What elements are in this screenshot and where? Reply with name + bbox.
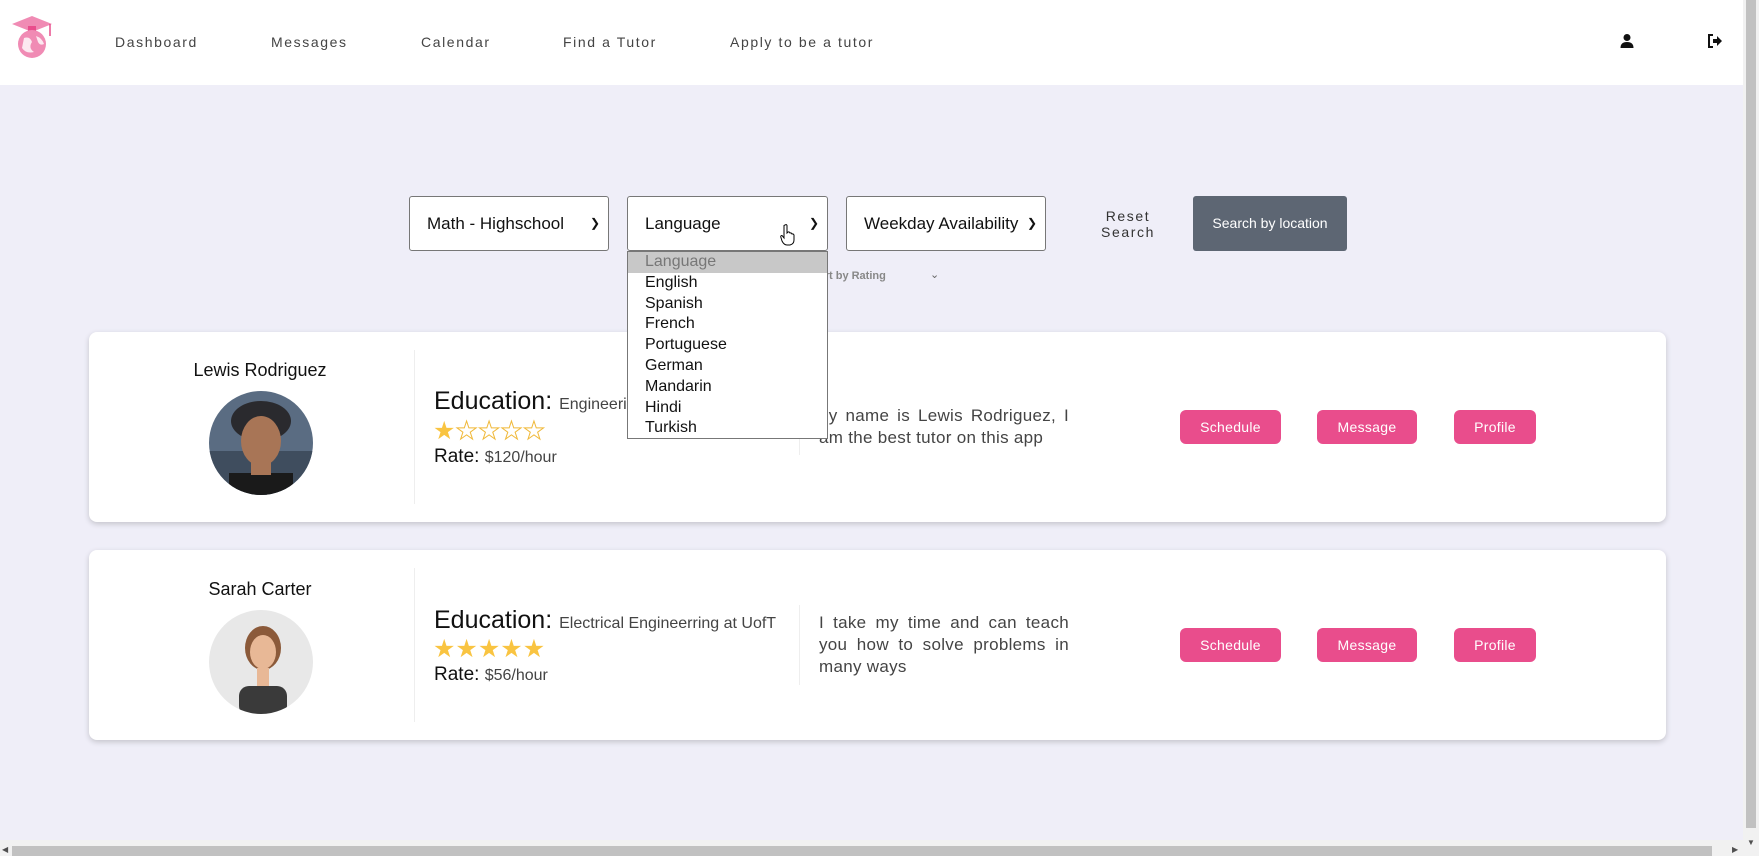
schedule-button[interactable]: Schedule bbox=[1180, 410, 1281, 444]
chevron-down-icon[interactable]: ⌄ bbox=[930, 268, 939, 281]
user-icon[interactable] bbox=[1619, 33, 1635, 49]
language-option[interactable]: English bbox=[628, 273, 827, 294]
chevron-down-icon: ❯ bbox=[1026, 216, 1037, 230]
star-empty-icon: ★ bbox=[500, 417, 523, 446]
nav-apply-tutor-link[interactable]: Apply to be a tutor bbox=[730, 34, 874, 50]
tutor-education: Education: Electrical Engineerring at Uo… bbox=[434, 606, 776, 635]
profile-button[interactable]: Profile bbox=[1454, 628, 1536, 662]
star-half-icon: ★ bbox=[433, 417, 456, 445]
subject-select-value: Math - Highschool bbox=[427, 214, 565, 233]
top-navbar: Dashboard Messages Calendar Find a Tutor… bbox=[0, 0, 1743, 85]
rate-value: $120/hour bbox=[484, 449, 557, 466]
chevron-down-icon: ❯ bbox=[808, 216, 819, 230]
tutor-avatar[interactable] bbox=[209, 391, 313, 495]
tutor-bio: ny name is Lewis Rodriguez, I am the bes… bbox=[819, 406, 1069, 447]
rate-value: $56/hour bbox=[484, 667, 548, 684]
nav-calendar-link[interactable]: Calendar bbox=[421, 34, 491, 50]
star-rating: ★★★★★ bbox=[433, 416, 546, 446]
language-option[interactable]: Mandarin bbox=[628, 377, 827, 398]
star-full-icon: ★ bbox=[500, 635, 523, 663]
star-full-icon: ★ bbox=[522, 635, 546, 663]
star-full-icon: ★ bbox=[433, 635, 456, 663]
education-value: Electrical Engineerring at UofT bbox=[559, 615, 777, 632]
star-full-icon: ★ bbox=[455, 635, 478, 663]
horizontal-scrollbar-thumb[interactable] bbox=[12, 846, 1712, 856]
nav-dashboard-link[interactable]: Dashboard bbox=[115, 34, 198, 50]
tutor-rate: Rate: $120/hour bbox=[434, 446, 557, 468]
message-button[interactable]: Message bbox=[1317, 410, 1417, 444]
message-button[interactable]: Message bbox=[1317, 628, 1417, 662]
hand-pointer-cursor-icon bbox=[780, 224, 796, 251]
reset-search-label-line1: Reset bbox=[1105, 208, 1151, 224]
language-option[interactable]: Hindi bbox=[628, 398, 827, 419]
profile-button[interactable]: Profile bbox=[1454, 410, 1536, 444]
graduation-globe-logo-icon[interactable] bbox=[10, 14, 54, 60]
reset-search-button[interactable]: Reset Search bbox=[1086, 208, 1170, 240]
language-option[interactable]: French bbox=[628, 314, 827, 335]
language-option[interactable]: Language bbox=[628, 252, 827, 273]
tutor-bio: I take my time and can teach you how to … bbox=[819, 613, 1069, 676]
vertical-scrollbar-thumb[interactable] bbox=[1746, 0, 1756, 828]
rate-label: Rate: bbox=[434, 664, 480, 685]
rate-label: Rate: bbox=[434, 446, 480, 467]
availability-select[interactable]: Weekday Availability ❯ bbox=[846, 196, 1046, 251]
tutor-avatar[interactable] bbox=[209, 610, 313, 714]
chevron-down-icon: ❯ bbox=[589, 216, 600, 230]
language-option[interactable]: Turkish bbox=[628, 418, 827, 439]
card-divider bbox=[414, 350, 415, 504]
card-divider bbox=[414, 568, 415, 722]
star-rating: ★★★★★ bbox=[433, 634, 545, 664]
star-full-icon: ★ bbox=[477, 635, 501, 663]
sort-select[interactable]: ort by Rating bbox=[818, 270, 886, 282]
card-divider bbox=[799, 605, 800, 685]
tutor-name: Lewis Rodriguez bbox=[193, 360, 327, 380]
scroll-down-arrow-icon[interactable]: ▼ bbox=[1747, 838, 1755, 847]
language-select-value: Language bbox=[645, 214, 721, 233]
star-empty-icon: ★ bbox=[477, 417, 501, 446]
nav-messages-link[interactable]: Messages bbox=[271, 34, 348, 50]
search-by-location-button[interactable]: Search by location bbox=[1193, 196, 1347, 251]
scroll-right-arrow-icon[interactable]: ▶ bbox=[1732, 845, 1738, 854]
subject-select[interactable]: Math - Highschool ❯ bbox=[409, 196, 609, 251]
schedule-button[interactable]: Schedule bbox=[1180, 628, 1281, 662]
tutor-rate: Rate: $56/hour bbox=[434, 664, 548, 686]
star-empty-icon: ★ bbox=[455, 417, 478, 446]
language-option[interactable]: Spanish bbox=[628, 294, 827, 315]
sign-out-icon[interactable] bbox=[1707, 33, 1723, 49]
education-label: Education: bbox=[434, 606, 553, 634]
scroll-left-arrow-icon[interactable]: ◀ bbox=[2, 845, 8, 854]
tutor-name: Sarah Carter bbox=[208, 579, 312, 599]
language-option[interactable]: Portuguese bbox=[628, 335, 827, 356]
nav-find-tutor-link[interactable]: Find a Tutor bbox=[563, 34, 657, 50]
tutor-card: Sarah Carter Education: Electrical Engin… bbox=[89, 550, 1666, 740]
reset-search-label-line2: Search bbox=[1101, 224, 1155, 240]
star-empty-icon: ★ bbox=[522, 417, 546, 446]
language-select[interactable]: Language ❯ bbox=[627, 196, 828, 251]
availability-select-value: Weekday Availability bbox=[864, 214, 1019, 233]
tutor-card: Lewis Rodriguez Education: Engineering ★… bbox=[89, 332, 1666, 522]
language-option[interactable]: German bbox=[628, 356, 827, 377]
education-label: Education: bbox=[434, 387, 553, 415]
tutor-education: Education: Engineering bbox=[434, 387, 645, 416]
language-dropdown-list: Language English Spanish French Portugue… bbox=[627, 251, 828, 439]
